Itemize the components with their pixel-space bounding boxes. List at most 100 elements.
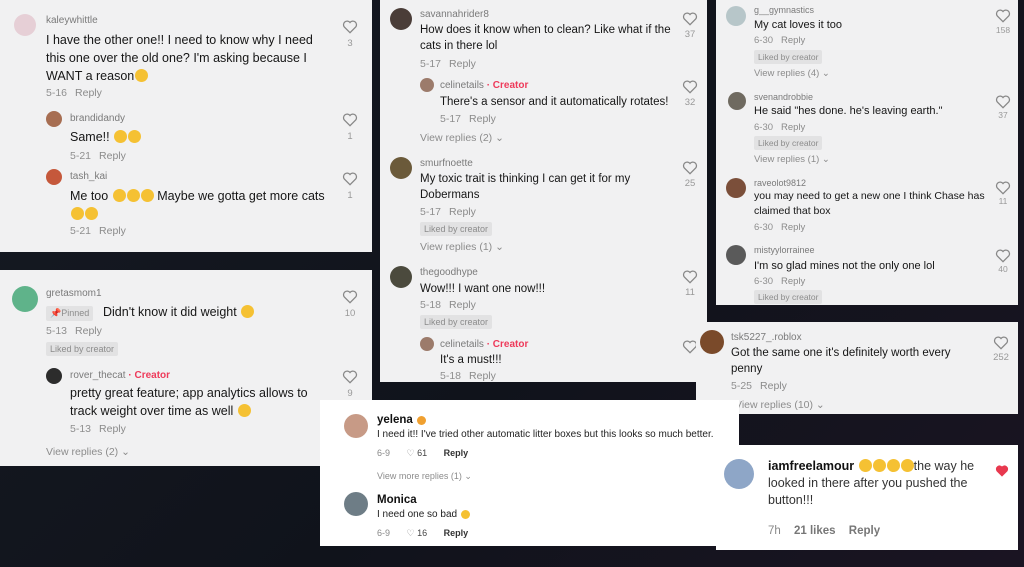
avatar[interactable]: [344, 414, 368, 438]
comment-username[interactable]: g__gymnastics: [754, 5, 814, 15]
view-replies-button[interactable]: View replies (10) ⌄: [735, 399, 825, 411]
avatar[interactable]: [728, 92, 746, 110]
heart-icon[interactable]: ♡: [407, 528, 415, 538]
avatar[interactable]: [344, 492, 368, 516]
heart-icon[interactable]: [995, 465, 1009, 477]
heart-icon[interactable]: [342, 290, 358, 304]
heart-icon[interactable]: [342, 370, 358, 384]
comment-username[interactable]: savannahrider8: [420, 9, 489, 20]
view-replies-button[interactable]: View replies (4) ⌄: [754, 68, 830, 79]
liked-by-creator-badge: Liked by creator: [420, 222, 493, 236]
like-count: 3: [347, 38, 353, 49]
avatar[interactable]: [726, 6, 746, 26]
avatar[interactable]: [46, 169, 62, 185]
avatar[interactable]: [46, 368, 62, 384]
heart-icon[interactable]: [993, 336, 1009, 350]
view-replies-button[interactable]: View replies (2) ⌄: [46, 446, 130, 458]
comment-username[interactable]: yelena: [377, 414, 427, 426]
comment-username[interactable]: thegoodhype: [420, 267, 478, 278]
avatar[interactable]: [14, 14, 36, 36]
like-count: 11: [998, 196, 1008, 206]
reply-button[interactable]: Reply: [99, 423, 126, 435]
comment-text: There's a sensor and it automatically ro…: [440, 96, 669, 108]
avatar[interactable]: [420, 78, 434, 92]
thinking-emoji-icon: [71, 207, 84, 220]
avatar[interactable]: [726, 178, 746, 198]
avatar[interactable]: [726, 245, 746, 265]
reply-button[interactable]: Reply: [781, 276, 805, 287]
comment-text: How does it know when to clean? Like wha…: [420, 24, 671, 52]
reply-button[interactable]: Reply: [444, 448, 469, 458]
avatar[interactable]: [420, 337, 434, 351]
heart-icon[interactable]: [995, 9, 1011, 23]
comment-username[interactable]: raveolot9812: [754, 178, 806, 188]
reply-button[interactable]: Reply: [449, 299, 476, 311]
heart-icon[interactable]: [682, 161, 698, 175]
reply-button[interactable]: Reply: [760, 380, 787, 392]
comment-username[interactable]: kaleywhittle: [46, 15, 98, 26]
liked-by-creator-badge: Liked by creator: [754, 136, 823, 150]
avatar[interactable]: [12, 286, 38, 312]
heart-icon[interactable]: [682, 12, 698, 26]
comment-username[interactable]: celinetails · Creator: [440, 339, 528, 350]
comment-username[interactable]: tash_kai: [70, 171, 107, 182]
comment-username[interactable]: tsk5227_.roblox: [731, 332, 802, 343]
like-count: 11: [685, 287, 695, 298]
comment-meta: 5-16 Reply: [46, 87, 102, 99]
comment-meta: 5-21 Reply: [70, 150, 126, 162]
comment-username[interactable]: rover_thecat · Creator: [70, 370, 170, 381]
avatar[interactable]: [46, 111, 62, 127]
avatar[interactable]: [390, 157, 412, 179]
comment-text: pretty great feature; app analytics allo…: [70, 386, 308, 418]
heart-icon[interactable]: [342, 113, 358, 127]
comment-username[interactable]: mistyylorrainee: [754, 245, 815, 255]
comment-username[interactable]: svenandrobbie: [754, 92, 813, 102]
comment-username[interactable]: brandidandy: [70, 113, 125, 124]
heart-icon[interactable]: [995, 181, 1011, 195]
comment-username[interactable]: Monica: [377, 494, 417, 506]
heart-icon[interactable]: [682, 80, 698, 94]
reply-button[interactable]: Reply: [781, 35, 805, 46]
heart-icon[interactable]: [342, 172, 358, 186]
view-replies-button[interactable]: View replies (1) ⌄: [754, 154, 830, 165]
comment-text: He said "hes done. he's leaving earth.": [754, 105, 943, 117]
heart-icon[interactable]: [995, 95, 1011, 109]
reply-button[interactable]: Reply: [449, 206, 476, 218]
reply-button[interactable]: Reply: [781, 222, 805, 233]
avatar[interactable]: [390, 266, 412, 288]
comment-meta: 5-25 Reply: [731, 380, 787, 392]
laughing-emoji-icon: [886, 459, 900, 472]
heart-icon[interactable]: [342, 20, 358, 34]
avatar[interactable]: [724, 459, 754, 489]
heart-icon[interactable]: ♡: [407, 448, 415, 458]
comment-username[interactable]: smurfnoette: [420, 158, 473, 169]
view-replies-button[interactable]: View replies (2) ⌄: [420, 132, 504, 144]
reply-button[interactable]: Reply: [99, 150, 126, 162]
laughing-emoji-icon: [126, 189, 140, 202]
comment-text: iamfreelamour the way he looked in there…: [768, 459, 975, 507]
reply-button[interactable]: Reply: [99, 225, 126, 237]
heart-icon[interactable]: [682, 270, 698, 284]
avatar[interactable]: [700, 330, 724, 354]
reply-button[interactable]: Reply: [449, 58, 476, 70]
comment-meta: 5-21 Reply: [70, 225, 126, 237]
reply-button[interactable]: Reply: [444, 528, 469, 538]
view-replies-button[interactable]: View replies (1) ⌄: [420, 241, 504, 253]
comment-username[interactable]: celinetails · Creator: [440, 80, 528, 91]
comment-username[interactable]: gretasmom1: [46, 288, 102, 299]
reply-button[interactable]: Reply: [469, 370, 496, 382]
comment-card-5: tsk5227_.roblox Got the same one it's de…: [696, 322, 1018, 414]
reply-button[interactable]: Reply: [781, 122, 805, 133]
comment-text: Wow!!! I want one now!!!: [420, 283, 546, 295]
view-more-replies-button[interactable]: View more replies (1) ⌄: [377, 471, 472, 482]
reply-button[interactable]: Reply: [75, 325, 102, 337]
comment-card-6: yelena I need it!! I've tried other auto…: [320, 400, 739, 546]
reply-button[interactable]: Reply: [75, 87, 102, 99]
comment-text: Same!!: [70, 128, 142, 146]
heart-icon[interactable]: [995, 249, 1011, 263]
reply-button[interactable]: Reply: [849, 525, 880, 537]
avatar[interactable]: [390, 8, 412, 30]
reply-button[interactable]: Reply: [469, 113, 496, 125]
comment-meta: 5-17 Reply: [420, 206, 476, 218]
comment-username[interactable]: iamfreelamour: [768, 459, 854, 473]
